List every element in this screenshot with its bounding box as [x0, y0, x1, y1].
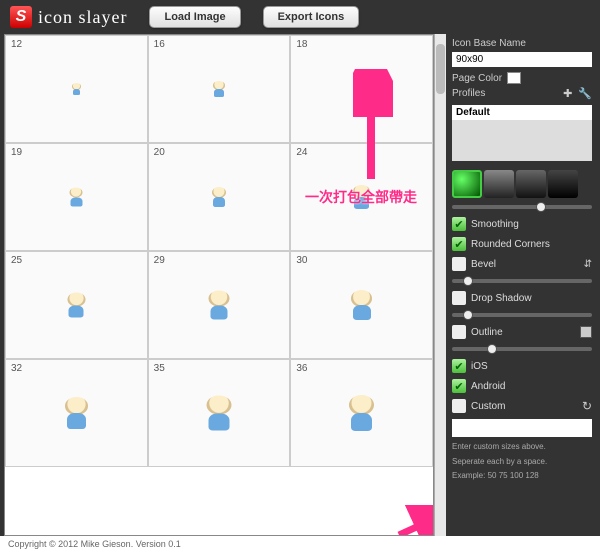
preview-icon: [60, 397, 92, 429]
cell-size-label: 19: [11, 147, 22, 158]
custom-sizes-input[interactable]: [452, 419, 592, 437]
smoothing-checkbox[interactable]: ✔: [452, 217, 466, 231]
annotation-arrow-custom-icon: [395, 505, 434, 536]
cell-size-label: 32: [11, 363, 22, 374]
icon-grid: 121618192024252930323536 一次打包全部帶走 可以自定義s…: [4, 34, 434, 536]
ios-checkbox[interactable]: ✔: [452, 359, 466, 373]
bg-swatch-4[interactable]: [548, 170, 578, 198]
dropshadow-checkbox[interactable]: [452, 291, 466, 305]
base-name-label: Icon Base Name: [452, 38, 592, 49]
icon-cell[interactable]: 12: [5, 35, 148, 143]
android-checkbox[interactable]: ✔: [452, 379, 466, 393]
scrollbar-thumb[interactable]: [436, 44, 445, 94]
cell-size-label: 36: [296, 363, 307, 374]
bg-swatch-2[interactable]: [484, 170, 514, 198]
smoothing-label: Smoothing: [471, 219, 519, 230]
cell-size-label: 30: [296, 255, 307, 266]
header-bar: S icon slayer Load Image Export Icons: [0, 0, 600, 34]
add-profile-icon[interactable]: ✚: [563, 87, 572, 100]
icon-cell[interactable]: 25: [5, 251, 148, 359]
android-label: Android: [471, 381, 505, 392]
page-color-swatch[interactable]: [507, 72, 521, 84]
preview-icon: [67, 188, 86, 207]
cell-size-label: 25: [11, 255, 22, 266]
outline-checkbox[interactable]: [452, 325, 466, 339]
profiles-label: Profiles: [452, 88, 485, 99]
preview-icon: [347, 290, 377, 320]
bevel-label: Bevel: [471, 259, 496, 270]
cell-size-label: 12: [11, 39, 22, 50]
dropshadow-slider[interactable]: [452, 313, 592, 317]
icon-cell[interactable]: 19: [5, 143, 148, 251]
cell-size-label: 24: [296, 147, 307, 158]
preview-icon: [70, 83, 82, 95]
bevel-slider[interactable]: [452, 279, 592, 283]
icon-cell[interactable]: 20: [148, 143, 291, 251]
grid-scrollbar[interactable]: [434, 34, 446, 536]
background-swatches: [452, 170, 592, 198]
bg-swatch-1[interactable]: [452, 170, 482, 198]
export-icons-button[interactable]: Export Icons: [263, 6, 360, 28]
icon-cell[interactable]: 36: [290, 359, 433, 467]
preview-icon: [350, 185, 374, 209]
dropshadow-label: Drop Shadow: [471, 293, 532, 304]
bevel-checkbox[interactable]: [452, 257, 466, 271]
base-name-input[interactable]: [452, 52, 592, 67]
outline-label: Outline: [471, 327, 503, 338]
rounded-checkbox[interactable]: ✔: [452, 237, 466, 251]
rounded-label: Rounded Corners: [471, 239, 550, 250]
custom-hint-3: Example: 50 75 100 128: [452, 471, 592, 481]
icon-cell[interactable]: 29: [148, 251, 291, 359]
cell-size-label: 35: [154, 363, 165, 374]
icon-cell[interactable]: 16: [148, 35, 291, 143]
preview-icon: [201, 396, 236, 431]
preview-icon: [211, 81, 227, 97]
custom-checkbox[interactable]: [452, 399, 466, 413]
cell-size-label: 18: [296, 39, 307, 50]
icon-cell[interactable]: 32: [5, 359, 148, 467]
icon-cell[interactable]: 18: [290, 35, 433, 143]
page-color-label: Page Color: [452, 73, 502, 84]
logo-mark-icon: S: [10, 6, 32, 28]
logo-text: icon slayer: [38, 7, 127, 28]
bg-slider[interactable]: [452, 205, 592, 209]
icon-cell[interactable]: 30: [290, 251, 433, 359]
outline-slider[interactable]: [452, 347, 592, 351]
outline-color-swatch[interactable]: [580, 326, 592, 338]
load-image-button[interactable]: Load Image: [149, 6, 240, 28]
custom-hint-1: Enter custom sizes above.: [452, 442, 592, 452]
ios-label: iOS: [471, 361, 488, 372]
preview-icon: [353, 80, 371, 98]
cell-size-label: 29: [154, 255, 165, 266]
cell-size-label: 20: [154, 147, 165, 158]
bg-swatch-3[interactable]: [516, 170, 546, 198]
app-logo: S icon slayer: [10, 6, 127, 28]
preview-icon: [209, 187, 229, 207]
preview-icon: [204, 291, 233, 320]
profiles-list[interactable]: Default: [452, 105, 592, 161]
profile-item-default[interactable]: Default: [452, 105, 592, 120]
footer-copyright: Copyright © 2012 Mike Gieson. Version 0.…: [0, 536, 600, 552]
custom-label: Custom: [471, 401, 505, 412]
preview-icon: [344, 395, 380, 431]
cell-size-label: 16: [154, 39, 165, 50]
settings-icon[interactable]: 🔧: [578, 87, 592, 100]
icon-cell[interactable]: 24: [290, 143, 433, 251]
custom-refresh-icon[interactable]: ↻: [582, 399, 592, 413]
sidebar: Icon Base Name Page Color Profiles ✚ 🔧 D…: [446, 34, 600, 536]
custom-hint-2: Seperate each by a space.: [452, 457, 592, 467]
icon-cell[interactable]: 35: [148, 359, 291, 467]
bevel-options-icon[interactable]: ⇵: [584, 259, 592, 270]
preview-icon: [64, 293, 89, 318]
